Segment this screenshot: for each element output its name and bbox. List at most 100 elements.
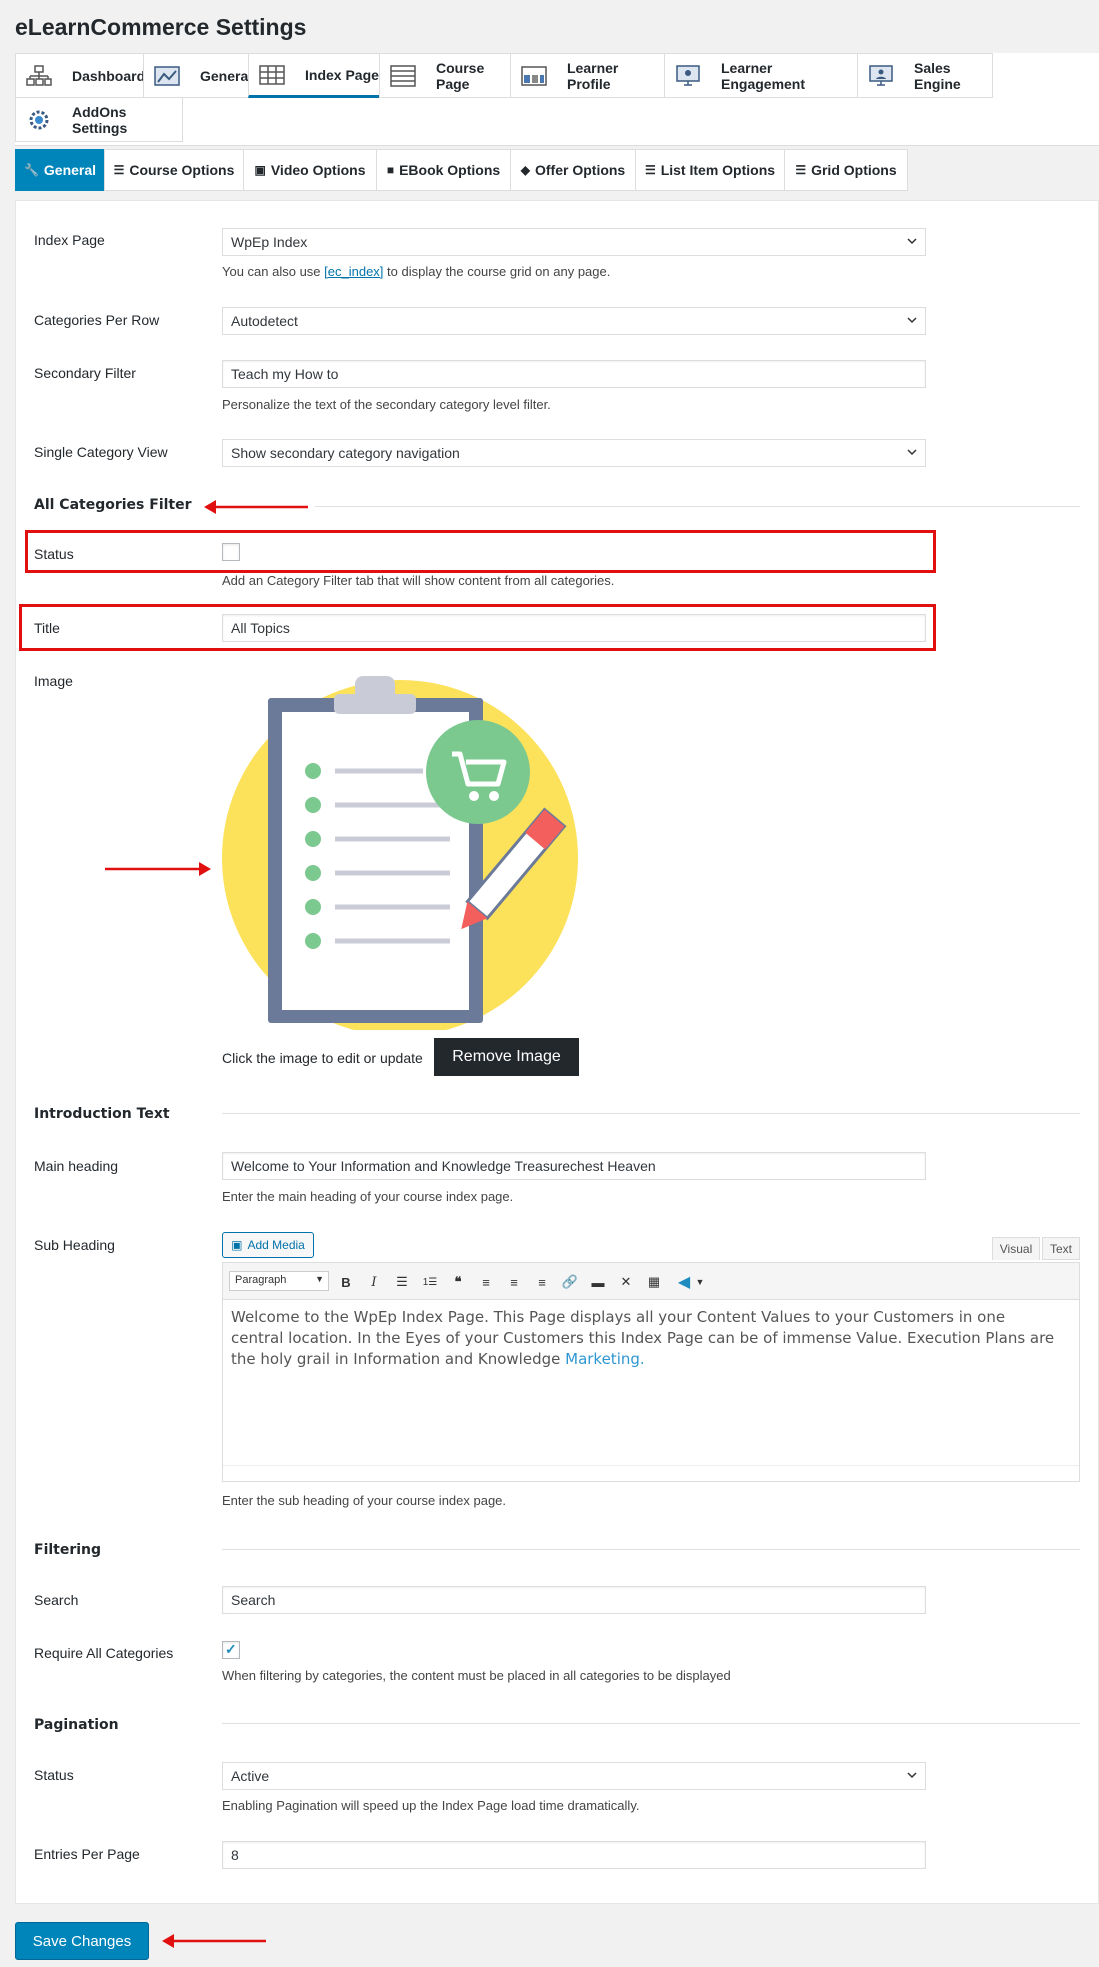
numbered-list-icon[interactable]: 1☰ [419,1271,441,1293]
tab-index-page-label: Index Page [305,66,379,83]
link-icon[interactable]: 🔗 [559,1271,581,1293]
main-heading-input[interactable]: Welcome to Your Information and Knowledg… [222,1152,926,1180]
tab-index-page[interactable]: Index Page [248,53,380,98]
pagination-status-label: Status [34,1767,74,1783]
sub-tab-bar: 🔧 General ☰ Course Options ▣ Video Options … [15,149,1099,192]
index-page-select[interactable]: WpEp Index [222,228,926,256]
subtab-video-options[interactable]: ▣ Video Options [243,149,377,191]
ec-index-link[interactable]: [ec_index] [324,264,383,279]
editor-tab-text[interactable]: Text [1042,1237,1080,1260]
categories-per-row-select[interactable]: Autodetect [222,307,926,335]
categories-per-row-label: Categories Per Row [34,312,160,328]
video-icon: ▣ [254,163,266,177]
acf-image-label: Image [34,673,73,689]
tab-dashboard[interactable]: Dashboard [15,53,146,98]
save-changes-button[interactable]: Save Changes [15,1922,149,1960]
list-icon [390,64,416,87]
dashboard-icon [154,65,180,87]
subtab-ebook-options[interactable]: ■ EBook Options [376,149,511,191]
tab-dashboard-label: Dashboard [72,67,146,84]
fullscreen-icon[interactable]: ✕ [615,1271,637,1293]
section-divider [222,1113,1080,1114]
align-center-icon[interactable]: ≡ [503,1271,525,1293]
subtab-offer-options[interactable]: ◆ Offer Options [510,149,636,191]
section-divider [315,506,1080,507]
subtab-course-options[interactable]: ☰ Course Options [104,149,244,191]
toolbar-toggle-icon[interactable]: ▦ [643,1271,665,1293]
editor-tab-visual[interactable]: Visual [992,1237,1040,1260]
secondary-filter-input[interactable]: Teach my How to [222,360,926,388]
add-media-button[interactable]: ▣ Add Media [222,1232,314,1258]
align-right-icon[interactable]: ≡ [531,1271,553,1293]
subtab-grid-options[interactable]: ☰ Grid Options [784,149,908,191]
tab-course-page-label: Course Page [436,59,485,92]
all-categories-filter-heading: All Categories Filter [34,497,192,513]
clipboard-cart-image[interactable] [218,668,582,1030]
tab-learner-profile[interactable]: Learner Profile [510,53,665,98]
tab-addons-settings-label: AddOns Settings [72,103,128,136]
acf-image-help: Click the image to edit or update [222,1050,423,1066]
tab-learner-engagement[interactable]: Learner Engagement [664,53,858,98]
grid-icon [259,64,285,86]
chevron-down-icon [907,317,917,324]
main-heading-label: Main heading [34,1158,119,1174]
gear-icon [26,109,52,131]
secondary-filter-label: Secondary Filter [34,365,136,381]
bold-icon[interactable]: B [335,1271,357,1293]
subtab-general-label: General [43,162,97,178]
bullet-list-icon[interactable]: ☰ [391,1271,413,1293]
search-label: Search [34,1592,79,1608]
annotation-arrow-left [204,500,308,514]
blockquote-icon[interactable]: ❝ [447,1271,469,1293]
require-all-categories-checkbox[interactable]: ✓ [222,1641,240,1659]
annotation-box-status [25,530,936,573]
search-input[interactable]: Search [222,1586,926,1614]
read-more-icon[interactable]: ▬ [587,1271,609,1293]
subtab-general[interactable]: 🔧 General [15,149,105,191]
filtering-heading: Filtering [34,1542,102,1558]
annotation-arrow-left [162,1934,266,1948]
tab-sales-engine-label: Sales Engine [914,59,961,92]
pagination-status-select[interactable]: Active [222,1762,926,1790]
pagination-heading: Pagination [34,1717,119,1733]
wrench-icon: 🔧 [23,163,39,177]
editor-resize-bar[interactable] [223,1465,1079,1481]
tab-course-page[interactable]: Course Page [379,53,511,98]
align-left-icon[interactable]: ≡ [475,1271,497,1293]
marketing-link[interactable]: Marketing. [565,1350,645,1368]
acf-status-checkbox[interactable] [222,543,240,561]
media-icon: ▣ [231,1238,243,1252]
index-page-value: WpEp Index [231,234,308,250]
italic-icon[interactable]: I [363,1271,385,1293]
tab-addons-settings[interactable]: AddOns Settings [15,97,183,142]
subtab-ebook-options-label: EBook Options [399,162,501,178]
layout-icon [521,65,547,87]
subtab-list-item-options-label: List Item Options [660,162,776,178]
tab-general[interactable]: General [143,53,252,98]
subtab-list-item-options[interactable]: ☰ List Item Options [635,149,785,191]
chevron-down-icon[interactable]: ▼ [689,1271,711,1293]
annotation-arrow-right [105,862,211,876]
format-select[interactable]: Paragraph ▼ [229,1271,329,1291]
check-icon: ✓ [225,1641,237,1657]
sitemap-icon [26,64,52,87]
chevron-down-icon [907,1772,917,1779]
tab-sales-engine[interactable]: Sales Engine [857,53,993,98]
page-title: eLearnCommerce Settings [15,14,307,40]
acf-title-input[interactable]: All Topics [222,614,926,642]
list-icon: ☰ [644,163,656,177]
top-tab-bar: Dashboard General Index Page Course Page… [15,53,1099,146]
single-category-view-select[interactable]: Show secondary category navigation [222,439,926,467]
tab-learner-engagement-label: Learner Engagement [721,59,806,92]
pagination-status-help: Enabling Pagination will speed up the In… [222,1798,640,1813]
acf-title-label: Title [34,620,60,636]
section-divider [222,1549,1080,1550]
acf-status-label: Status [34,546,74,562]
tag-icon: ◆ [520,163,530,177]
entries-per-page-input[interactable]: 8 [222,1841,926,1869]
remove-image-button[interactable]: Remove Image [434,1038,579,1076]
tab-learner-profile-label: Learner Profile [567,59,619,92]
monitor-user-icon [868,64,894,87]
monitor-icon [675,64,701,87]
sub-heading-editor[interactable]: Paragraph ▼ B I ☰ 1☰ ❝ ≡ ≡ ≡ 🔗 ▬ ✕ ▦ ◀ ▼ … [222,1262,1080,1482]
